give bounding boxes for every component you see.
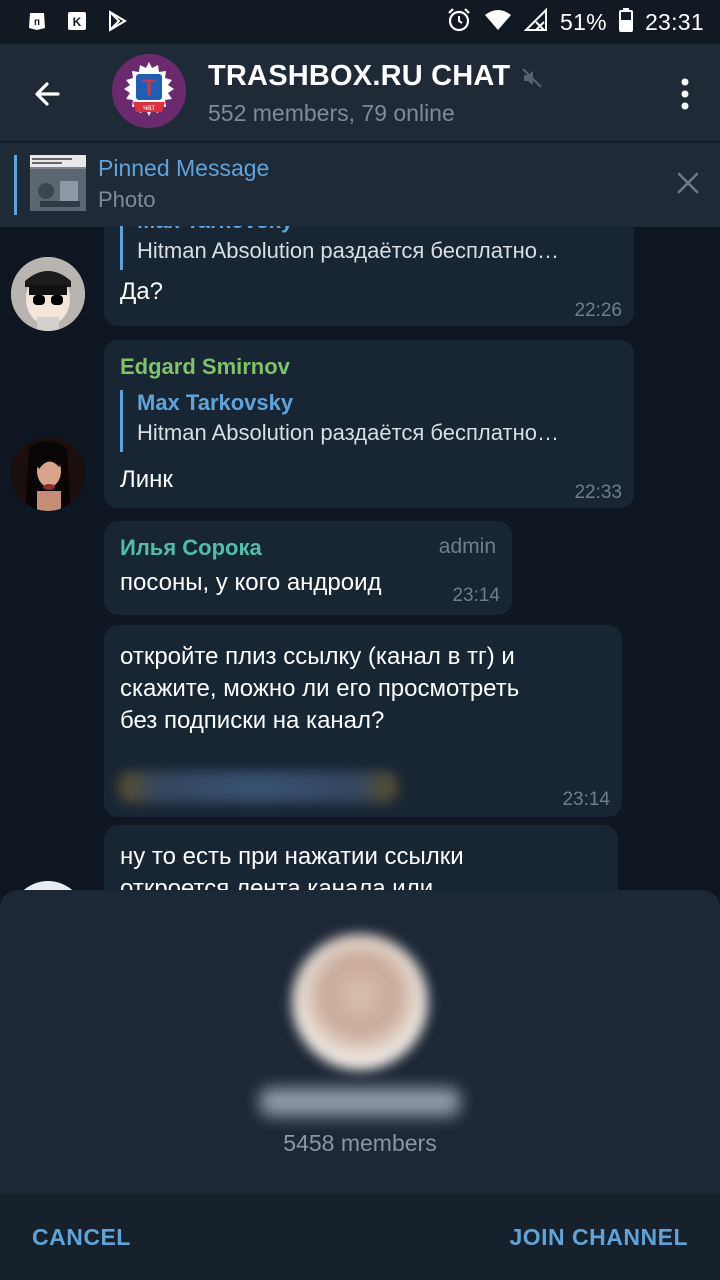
sender-avatar[interactable] [11, 257, 85, 331]
message-bubble[interactable]: Max Tarkovsky Hitman Absolution раздаётс… [104, 226, 634, 326]
cancel-button[interactable]: CANCEL [32, 1224, 131, 1251]
message-bubble[interactable]: Илья Сорока admin посоны, у кого андроид… [104, 521, 512, 615]
play-store-icon [106, 10, 128, 32]
message-text: откройте плиз ссылку (канал в тг) и скаж… [120, 641, 519, 737]
battery-percent: 51% [560, 9, 607, 35]
reply-text: Hitman Absolution раздаётся бесплатно… [137, 420, 559, 445]
vk-app-icon: K [66, 10, 88, 32]
pinned-message-bar[interactable]: Pinned Message Photo [0, 142, 720, 227]
message-author[interactable]: Edgard Smirnov [120, 354, 290, 380]
battery-icon [618, 8, 633, 37]
message-time: 22:26 [574, 300, 622, 321]
message-text: ну то есть при нажатии ссылки откроется … [120, 841, 464, 890]
chat-subtitle: 552 members, 79 online [208, 100, 455, 127]
message-text: посоны, у кого андроид [120, 569, 382, 596]
reply-author: Max Tarkovsky [137, 390, 294, 415]
message-bubble[interactable]: ну то есть при нажатии ссылки откроется … [104, 825, 618, 890]
message-author[interactable]: Илья Сорока [120, 535, 262, 561]
pinned-title: Pinned Message [98, 155, 270, 181]
pinned-photo-thumbnail [30, 155, 86, 211]
close-icon[interactable] [676, 171, 700, 195]
signal-icon [523, 7, 548, 37]
message-line: ну то есть при нажатии ссылки [120, 843, 464, 870]
reply-preview[interactable]: Max Tarkovsky Hitman Absolution раздаётс… [120, 226, 559, 270]
message-line: откройте плиз ссылку (канал в тг) и [120, 643, 515, 670]
svg-text:K: K [73, 15, 82, 29]
chat-header: T чат TRASHBOX.RU CHAT 552 members, 79 o… [0, 44, 720, 141]
chat-title[interactable]: TRASHBOX.RU CHAT [208, 60, 510, 93]
sender-avatar[interactable] [11, 437, 85, 511]
message-line: откроется лента канала или [120, 875, 434, 890]
channel-name-redacted [260, 1088, 460, 1116]
pinned-accent-bar [14, 155, 17, 215]
wifi-icon [484, 8, 512, 37]
sheet-actions: CANCEL JOIN CHANNEL [0, 1194, 720, 1280]
join-channel-button[interactable]: JOIN CHANNEL [509, 1224, 688, 1251]
channel-members: 5458 members [283, 1130, 437, 1156]
more-vertical-icon[interactable] [680, 74, 690, 114]
status-bar: п K 51% 23:31 [0, 0, 720, 44]
alarm-icon [446, 7, 472, 38]
message-text: Линк [120, 466, 173, 493]
message-time: 23:14 [452, 585, 500, 606]
chat-avatar-letter: T [142, 75, 156, 100]
link-preview-redacted[interactable] [118, 771, 398, 803]
message-list[interactable]: Max Tarkovsky Hitman Absolution раздаётс… [0, 226, 720, 890]
back-arrow-icon[interactable] [28, 74, 68, 114]
message-bubble[interactable]: Edgard Smirnov Max Tarkovsky Hitman Abso… [104, 340, 634, 508]
join-channel-sheet: 5458 members CANCEL JOIN CHANNEL [0, 890, 720, 1280]
channel-avatar [292, 934, 428, 1070]
message-line: скажите, можно ли его просмотреть [120, 675, 520, 702]
chat-avatar[interactable]: T чат [112, 54, 186, 128]
reply-text: Hitman Absolution раздаётся бесплатно… [137, 238, 559, 263]
reply-author: Max Tarkovsky [137, 226, 559, 234]
chat-avatar-caption: чат [143, 103, 155, 112]
message-line: без подписки на канал? [120, 707, 385, 734]
admin-badge: admin [438, 535, 496, 558]
sender-avatar[interactable] [11, 881, 85, 890]
message-time: 23:14 [562, 789, 610, 810]
message-bubble[interactable]: откройте плиз ссылку (канал в тг) и скаж… [104, 625, 622, 817]
message-time: 22:33 [574, 482, 622, 503]
message-text: Да? [120, 278, 163, 305]
muted-speaker-icon [521, 67, 543, 94]
clock: 23:31 [644, 9, 704, 35]
pikabu-app-icon: п [26, 10, 48, 32]
svg-text:п: п [34, 17, 40, 28]
reply-preview[interactable]: Max Tarkovsky Hitman Absolution раздаётс… [120, 390, 559, 452]
pinned-subtitle: Photo [98, 187, 156, 212]
